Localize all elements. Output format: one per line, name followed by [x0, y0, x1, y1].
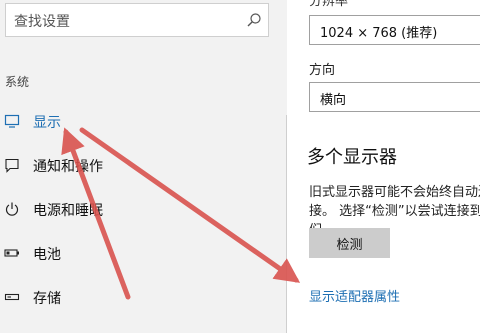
orientation-value: 横向 [320, 93, 347, 108]
sidebar-item-label: 显示 [33, 115, 61, 131]
sidebar-item-label: 电池 [33, 247, 61, 263]
resolution-dropdown[interactable]: 1024 × 768 (推荐) [309, 15, 480, 45]
sidebar-item-display[interactable]: 显示 [0, 107, 280, 137]
sidebar-item-battery[interactable]: 电池 [0, 239, 280, 269]
display-settings-pane: 分辨率 1024 × 768 (推荐) 方向 横向 多个显示器 旧式显示器可能不… [287, 0, 480, 333]
battery-icon [4, 249, 19, 257]
sidebar-item-label: 通知和操作 [33, 159, 103, 175]
orientation-dropdown[interactable]: 横向 [309, 82, 480, 112]
sidebar-item-notifications[interactable]: 通知和操作 [0, 151, 280, 181]
search-box[interactable]: 查找设置 [5, 3, 269, 37]
search-placeholder[interactable]: 查找设置 [14, 11, 70, 31]
system-group-label: 系统 [5, 75, 30, 89]
settings-sidebar: 查找设置 系统 显示 通知和操作 电源和睡眠 电池 存储 [0, 0, 286, 333]
multiple-displays-title: 多个显示器 [307, 147, 397, 168]
power-icon [5, 202, 19, 216]
notification-icon [5, 158, 19, 173]
resolution-value: 1024 × 768 (推荐) [320, 26, 438, 41]
search-icon[interactable] [246, 12, 262, 28]
monitor-icon [4, 114, 20, 128]
sidebar-item-power-sleep[interactable]: 电源和睡眠 [0, 195, 280, 225]
orientation-label: 方向 [309, 63, 336, 78]
detect-button[interactable]: 检测 [309, 228, 390, 258]
resolution-label: 分辨率 [309, 0, 349, 9]
sidebar-item-label: 存储 [33, 291, 61, 307]
storage-icon [4, 293, 20, 301]
sidebar-item-storage[interactable]: 存储 [0, 283, 280, 313]
display-adapter-properties-link[interactable]: 显示适配器属性 [309, 286, 400, 305]
sidebar-item-label: 电源和睡眠 [33, 203, 103, 219]
